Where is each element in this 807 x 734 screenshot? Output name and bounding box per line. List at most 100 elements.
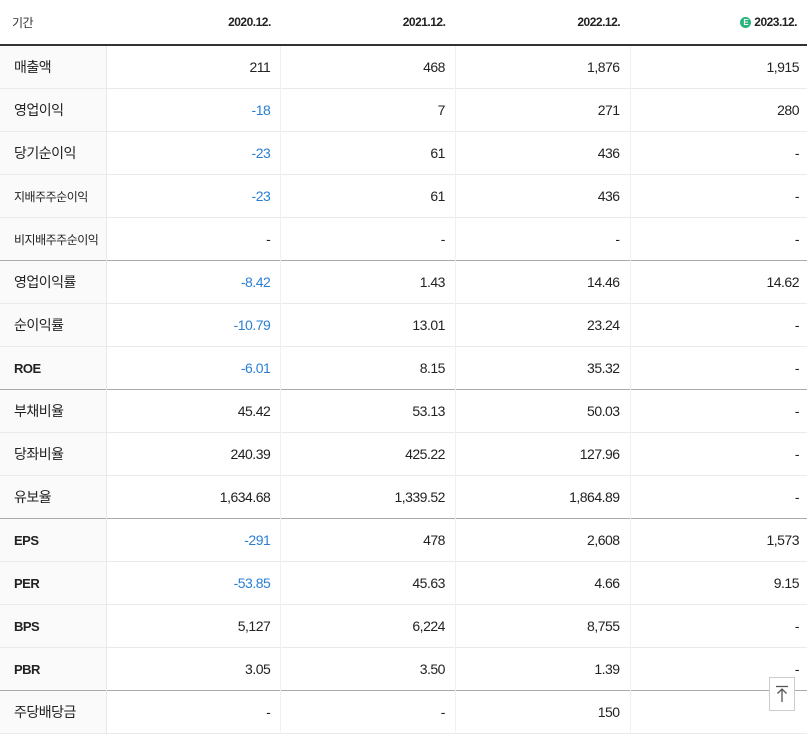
table-cell: 1,876 xyxy=(455,45,631,89)
row-label: 영업이익률 xyxy=(0,260,107,304)
row-label: PBR xyxy=(0,647,107,691)
table-cell: - xyxy=(794,145,800,161)
row-label: 당좌비율 xyxy=(0,432,107,476)
row-label: 유보율 xyxy=(0,475,107,519)
table-cell: - xyxy=(106,217,282,261)
table-cell: - xyxy=(455,217,631,261)
table-cell: 436 xyxy=(455,174,631,218)
scroll-to-top-button[interactable] xyxy=(769,677,795,711)
table-cell: - xyxy=(794,618,800,634)
table-cell: 45.63 xyxy=(280,561,456,605)
row-label: PER xyxy=(0,561,107,605)
table-row: 당좌비율 240.39 425.22 127.96 - xyxy=(0,432,807,476)
table-cell: 1.43 xyxy=(280,260,456,304)
row-label: BPS xyxy=(0,604,107,648)
period-header-2023-estimate: E 2023.12. xyxy=(630,0,807,46)
table-cell: -23 xyxy=(106,174,282,218)
estimate-badge-icon: E xyxy=(740,17,752,28)
row-label: 순이익률 xyxy=(0,303,107,347)
table-cell: - xyxy=(794,403,800,419)
table-row: 부채비율 45.42 53.13 50.03 - xyxy=(0,389,807,433)
table-row: 영업이익률 -8.42 1.43 14.46 14.62 xyxy=(0,260,807,304)
row-label: 매출액 xyxy=(0,45,107,89)
table-cell: 8.15 xyxy=(280,346,456,390)
row-label: 비지배주주순이익 xyxy=(0,217,107,261)
table-cell: 1,573 xyxy=(766,532,799,548)
table-cell: -6.01 xyxy=(106,346,282,390)
row-label: 지배주주순이익 xyxy=(0,174,107,218)
table-cell: 13.01 xyxy=(280,303,456,347)
table-cell: - xyxy=(280,217,456,261)
table-cell: 211 xyxy=(106,45,282,89)
table-cell: 4.66 xyxy=(455,561,631,605)
row-label: ROE xyxy=(0,346,107,390)
table-cell: 150 xyxy=(455,690,631,734)
table-row: EPS -291 478 2,608 1,573 xyxy=(0,518,807,562)
table-cell: -18 xyxy=(106,88,282,132)
table-cell: 436 xyxy=(455,131,631,175)
table-cell: 271 xyxy=(455,88,631,132)
table-row: 지배주주순이익 -23 61 436 - xyxy=(0,174,807,218)
period-header-label: 기간 xyxy=(0,0,107,46)
table-cell: 23.24 xyxy=(455,303,631,347)
table-cell: - xyxy=(794,317,800,333)
table-row: PER -53.85 45.63 4.66 9.15 xyxy=(0,561,807,605)
table-row: 당기순이익 -23 61 436 - xyxy=(0,131,807,175)
table-cell: 468 xyxy=(280,45,456,89)
table-row: 순이익률 -10.79 13.01 23.24 - xyxy=(0,303,807,347)
table-cell: 45.42 xyxy=(106,389,282,433)
table-cell: 61 xyxy=(280,131,456,175)
table-cell: 14.62 xyxy=(766,274,799,290)
table-cell: 53.13 xyxy=(280,389,456,433)
table-cell: 240.39 xyxy=(106,432,282,476)
row-label: EPS xyxy=(0,518,107,562)
period-header-2022: 2022.12. xyxy=(455,0,631,46)
period-header-2023-label: 2023.12. xyxy=(754,15,797,29)
table-cell: 2,608 xyxy=(455,518,631,562)
table-cell: 35.32 xyxy=(455,346,631,390)
table-cell: 425.22 xyxy=(280,432,456,476)
table-cell: - xyxy=(794,489,800,505)
table-cell: 280 xyxy=(777,102,799,118)
table-cell: 1,915 xyxy=(766,59,799,75)
table-cell: - xyxy=(794,188,800,204)
table-row: BPS 5,127 6,224 8,755 - xyxy=(0,604,807,648)
row-label: 영업이익 xyxy=(0,88,107,132)
table-cell: 1,339.52 xyxy=(280,475,456,519)
table-cell: - xyxy=(280,690,456,734)
arrow-up-to-top-icon xyxy=(776,685,788,702)
table-cell: 1,634.68 xyxy=(106,475,282,519)
table-cell: 478 xyxy=(280,518,456,562)
table-cell: -10.79 xyxy=(106,303,282,347)
row-label: 당기순이익 xyxy=(0,131,107,175)
table-cell: 3.50 xyxy=(280,647,456,691)
table-cell: 9.15 xyxy=(773,575,800,591)
table-cell: 14.46 xyxy=(455,260,631,304)
table-cell: - xyxy=(106,690,282,734)
table-row: 비지배주주순이익 - - - - xyxy=(0,217,807,261)
table-cell: 3.05 xyxy=(106,647,282,691)
table-cell: - xyxy=(794,360,800,376)
table-row: 매출액 211 468 1,876 1,915 xyxy=(0,45,807,89)
table-cell: 7 xyxy=(280,88,456,132)
table-header-row: 기간 2020.12. 2021.12. 2022.12. E 2023.12. xyxy=(0,0,807,46)
table-cell: -53.85 xyxy=(106,561,282,605)
table-cell: 8,755 xyxy=(455,604,631,648)
table-row: 주당배당금 - -150 xyxy=(0,690,807,734)
financial-summary-table: 기간 2020.12. 2021.12. 2022.12. E 2023.12. … xyxy=(0,0,807,734)
table-cell: 6,224 xyxy=(280,604,456,648)
table-cell: 5,127 xyxy=(106,604,282,648)
table-row: ROE -6.01 8.15 35.32 - xyxy=(0,346,807,390)
row-label: 부채비율 xyxy=(0,389,107,433)
table-cell: -291 xyxy=(106,518,282,562)
table-row: 영업이익 -18 7 271 280 xyxy=(0,88,807,132)
table-cell: -8.42 xyxy=(106,260,282,304)
table-cell: 1.39 xyxy=(455,647,631,691)
table-cell: 1,864.89 xyxy=(455,475,631,519)
table-cell: - xyxy=(794,446,800,462)
table-cell: 127.96 xyxy=(455,432,631,476)
row-label: 주당배당금 xyxy=(0,690,107,734)
table-row: PBR 3.05 3.50 1.39- xyxy=(0,647,807,691)
period-header-2021: 2021.12. xyxy=(280,0,456,46)
period-header-2020: 2020.12. xyxy=(106,0,281,46)
